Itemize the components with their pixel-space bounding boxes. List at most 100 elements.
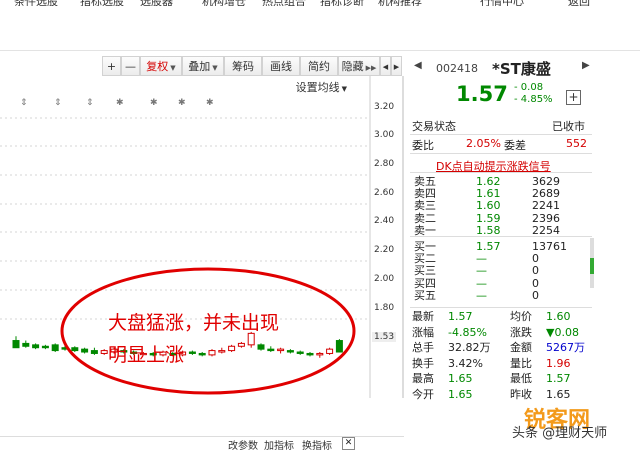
kline-svg (0, 76, 404, 398)
jianyue-button[interactable]: 简约 (300, 56, 338, 76)
stat-label: 最高 (412, 372, 434, 385)
change-params-button[interactable]: 改参数 (228, 437, 258, 452)
candle[interactable] (267, 346, 275, 353)
event-mark-icon[interactable]: ✱ (116, 98, 124, 108)
candle[interactable] (32, 343, 40, 350)
yincang-button[interactable]: 隐藏 ▶▶ (338, 56, 380, 76)
candle[interactable] (81, 347, 89, 354)
candle-body (306, 352, 314, 356)
weicha-value: 552 (566, 137, 587, 150)
event-mark-icon[interactable]: ⇕ (20, 98, 28, 108)
stat-label: 昨收 (510, 387, 532, 401)
weibi-value: 2.05% (466, 137, 501, 150)
orderbook-row[interactable]: 卖二 1.59 2396 (414, 213, 584, 224)
candle[interactable] (218, 347, 226, 354)
candle[interactable] (188, 350, 196, 355)
top-menu-item[interactable]: 指标选股 (80, 0, 124, 6)
scrollbar-thumb[interactable] (590, 258, 594, 274)
event-mark-icon[interactable]: ⇕ (86, 98, 94, 108)
candle-body (247, 332, 255, 346)
watermark-author: 头条 @理财天师 (512, 426, 608, 441)
chevron-down-icon: ▼ (341, 85, 347, 93)
top-menu-divider (0, 50, 640, 51)
orderbook-scrollbar[interactable] (590, 238, 594, 288)
orderbook-row[interactable]: 买二 — 0 (414, 253, 584, 264)
stats-row: 总手 32.82万 金额 5267万 (410, 341, 596, 355)
candle[interactable] (71, 346, 79, 353)
candle[interactable] (208, 349, 216, 357)
stat-label: 涨幅 (412, 325, 434, 339)
candle[interactable] (326, 347, 334, 355)
candle[interactable] (100, 349, 108, 355)
orderbook-row[interactable]: 买三 — 0 (414, 265, 584, 276)
add-indicator-button[interactable]: 加指标 (264, 437, 294, 452)
candle[interactable] (316, 352, 324, 358)
event-mark-icon[interactable]: ✱ (178, 98, 186, 108)
candle[interactable] (198, 352, 206, 357)
event-mark-icon[interactable]: ✱ (206, 98, 214, 108)
next-stock-icon[interactable]: ▶ (582, 60, 592, 74)
annotation-line-2: 明显上涨 (108, 344, 185, 366)
last-price: 1.57 (456, 82, 508, 106)
candle-body (81, 348, 89, 353)
candle[interactable] (228, 344, 236, 353)
orderbook-row[interactable]: 买五 — 0 (414, 290, 584, 301)
top-menu-item[interactable]: 机构增仓 (202, 0, 246, 6)
candle[interactable] (335, 339, 343, 353)
candle-body (335, 340, 343, 353)
stat-value: 1.65 (448, 387, 473, 401)
candle[interactable] (286, 349, 294, 354)
stat-value: 1.65 (448, 372, 473, 385)
candle[interactable] (22, 340, 30, 348)
top-menu-item[interactable]: 返回 (568, 0, 590, 6)
price-tick-label: 2.40 (374, 216, 395, 226)
candle[interactable] (237, 341, 245, 348)
ma-setting-label: 设置均线 (295, 81, 340, 94)
prev-stock-icon[interactable]: ◀ (414, 60, 424, 74)
candle[interactable] (12, 336, 20, 349)
orderbook-level-label: 卖五 (414, 175, 436, 188)
switch-indicator-button[interactable]: 换指标 (302, 437, 332, 452)
nav-left-icon[interactable]: ◀ (380, 56, 391, 76)
add-watchlist-button[interactable]: + (566, 90, 581, 105)
candle[interactable] (277, 347, 285, 354)
huaxian-button[interactable]: 画线 (262, 56, 300, 76)
diejia-button[interactable]: 叠加 ▼ (182, 56, 224, 76)
orderbook-row[interactable]: 卖四 1.61 2689 (414, 188, 584, 199)
orderbook-price: 1.57 (476, 240, 501, 253)
top-menu-item[interactable]: 行情中心 (480, 0, 524, 6)
orderbook-row[interactable]: 买四 — 0 (414, 278, 584, 289)
stat-value: 1.57 (546, 372, 571, 385)
zoom-in-button[interactable]: + (102, 56, 121, 76)
orderbook-row[interactable]: 买一 1.57 13761 (414, 241, 584, 252)
top-menu-strip: 条件选股 指标选股 选股器 机构增仓 热点组合 指标诊断 机构推荐 行情中心 返回 (0, 0, 640, 6)
orderbook-volume: 3629 (532, 175, 560, 188)
candle[interactable] (257, 343, 265, 351)
stat-value: 3.42% (448, 356, 483, 370)
top-menu-item[interactable]: 选股器 (140, 0, 173, 6)
chouma-button[interactable]: 筹码 (224, 56, 262, 76)
nav-right-icon[interactable]: ▶ (391, 56, 402, 76)
candle[interactable] (51, 343, 59, 353)
ma-setting-button[interactable]: 设置均线 ▼ (296, 79, 347, 95)
top-menu-item[interactable]: 指标诊断 (320, 0, 364, 6)
stock-name: *ST康盛 (492, 60, 551, 78)
close-icon[interactable]: ✕ (342, 437, 355, 450)
candle[interactable] (306, 352, 314, 357)
event-mark-icon[interactable]: ✱ (150, 98, 158, 108)
stat-label: 涨跌 (510, 325, 532, 339)
orderbook-row[interactable]: 卖一 1.58 2254 (414, 225, 584, 236)
candle[interactable] (41, 344, 49, 350)
fuquan-button[interactable]: 复权 ▼ (140, 56, 182, 76)
top-menu-item[interactable]: 热点组合 (262, 0, 306, 6)
orderbook-row[interactable]: 卖三 1.60 2241 (414, 200, 584, 211)
candle[interactable] (90, 347, 98, 355)
top-menu-item[interactable]: 条件选股 (14, 0, 58, 6)
price-change: - 0.08 - 4.85% (514, 82, 553, 106)
orderbook-row[interactable]: 卖五 1.62 3629 (414, 176, 584, 187)
top-menu-item[interactable]: 机构推荐 (378, 0, 422, 6)
event-mark-icon[interactable]: ⇕ (54, 98, 62, 108)
zoom-out-button[interactable]: — (121, 56, 140, 76)
candle-body (257, 344, 265, 350)
candle[interactable] (296, 350, 304, 355)
